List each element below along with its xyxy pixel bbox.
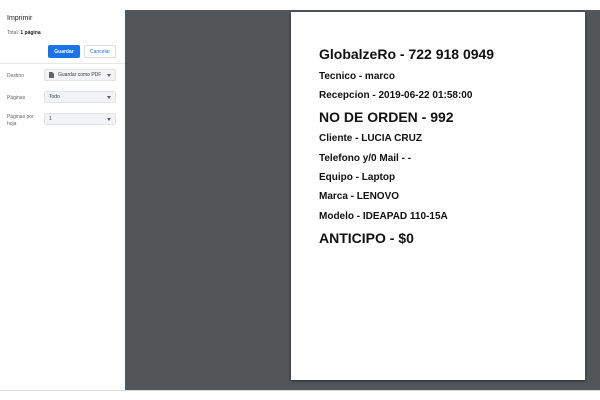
chevron-down-icon <box>107 96 111 99</box>
divider <box>0 63 125 64</box>
pages-per-sheet-select[interactable]: 1 <box>44 113 116 125</box>
brand-line: Marca - LENOVO <box>319 191 400 202</box>
chevron-down-icon <box>107 74 111 77</box>
pdf-file-icon <box>49 72 54 78</box>
document-page: GlobalzeRo - 722 918 0949 Tecnico - marc… <box>291 12 585 380</box>
destination-label: Destino <box>7 73 24 79</box>
print-preview-area[interactable]: GlobalzeRo - 722 918 0949 Tecnico - marc… <box>125 10 600 390</box>
pages-select[interactable]: Todo <box>44 91 116 103</box>
pages-value: Todo <box>49 94 60 100</box>
bottom-bar <box>0 390 600 400</box>
summary-count: 1 página <box>20 30 41 36</box>
client-line: Cliente - LUCIA CRUZ <box>319 133 422 144</box>
print-settings-sidebar: Imprimir Total: 1 página Guardar Cancela… <box>0 0 125 390</box>
save-button[interactable]: Guardar <box>48 45 80 58</box>
reception-line: Recepcion - 2019-06-22 01:58:00 <box>319 90 473 101</box>
destination-value: Guardar como PDF <box>58 72 102 78</box>
technician-line: Tecnico - marco <box>319 71 395 82</box>
destination-select[interactable]: Guardar como PDF <box>44 69 116 81</box>
deposit-line: ANTICIPO - $0 <box>319 230 414 246</box>
print-dialog-title: Imprimir <box>7 15 33 22</box>
order-number-line: NO DE ORDEN - 992 <box>319 109 454 125</box>
pages-label: Páginas <box>7 95 26 101</box>
summary-prefix: Total: <box>7 30 21 36</box>
page-count-summary: Total: 1 página <box>7 30 41 36</box>
pages-per-sheet-label: Páginas por hoja <box>7 114 34 127</box>
cancel-button[interactable]: Cancelar <box>84 45 116 58</box>
chevron-down-icon <box>107 118 111 121</box>
company-line: GlobalzeRo - 722 918 0949 <box>319 46 495 62</box>
pages-per-sheet-value: 1 <box>49 116 52 122</box>
contact-line: Telefono y/0 Mail - - <box>319 153 412 164</box>
model-line: Modelo - IDEAPAD 110-15A <box>319 211 448 222</box>
equipment-line: Equipo - Laptop <box>319 172 396 183</box>
